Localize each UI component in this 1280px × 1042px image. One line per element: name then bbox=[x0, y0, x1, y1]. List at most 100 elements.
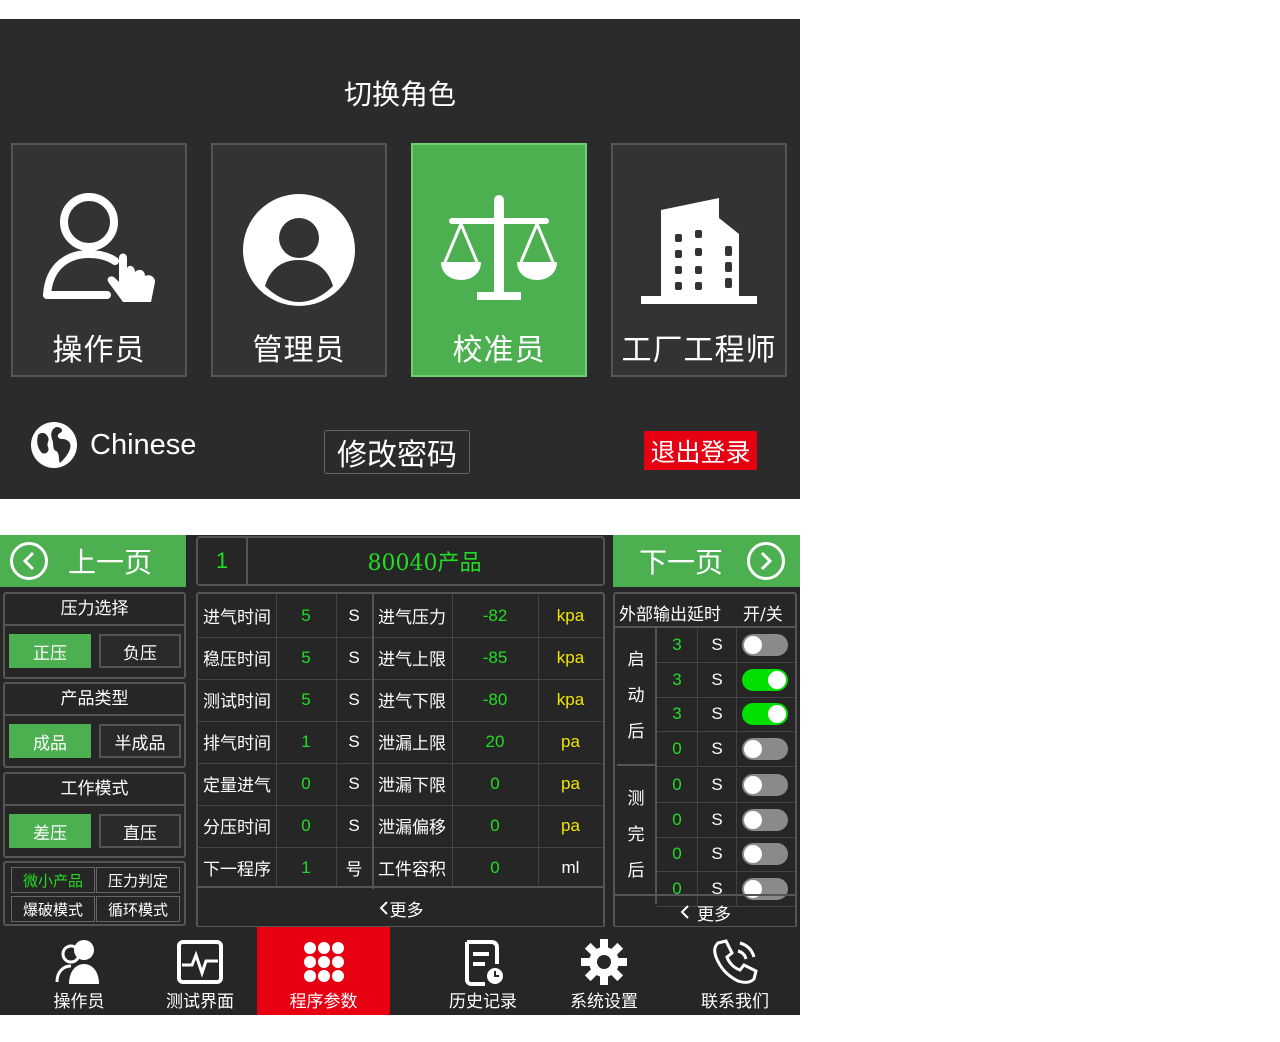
param-value[interactable]: 0 bbox=[276, 762, 336, 805]
more-output-button[interactable]: 更多 bbox=[613, 894, 797, 928]
delay-value[interactable]: 0 bbox=[657, 732, 697, 766]
delay-unit: S bbox=[697, 628, 737, 662]
param-value[interactable]: 0 bbox=[452, 762, 538, 805]
output-toggle[interactable] bbox=[742, 737, 788, 760]
role-label: 操作员 bbox=[52, 333, 146, 368]
role-card-admin[interactable]: 管理员 bbox=[211, 143, 387, 377]
role-card-calibrator[interactable]: 校准员 bbox=[411, 143, 587, 377]
param-value[interactable]: -85 bbox=[452, 636, 538, 679]
program-name[interactable]: 80040产品 bbox=[246, 538, 603, 584]
param-label: 进气时间 bbox=[203, 608, 271, 628]
param-value[interactable]: 1 bbox=[276, 720, 336, 763]
tab-operator[interactable]: 操作员 bbox=[14, 927, 144, 1015]
param-value[interactable]: 0 bbox=[452, 804, 538, 847]
program-header: 1 80040产品 bbox=[196, 536, 605, 586]
param-unit: pa bbox=[561, 815, 580, 835]
param-value[interactable]: 1 bbox=[276, 846, 336, 889]
scale-icon bbox=[413, 185, 585, 315]
delay-value[interactable]: 3 bbox=[657, 663, 697, 697]
param-label: 泄漏上限 bbox=[378, 734, 446, 754]
tab-label: 联系我们 bbox=[701, 992, 769, 1012]
more-label: 更多 bbox=[389, 900, 424, 921]
param-label: 工件容积 bbox=[378, 860, 446, 880]
after-test-label: 测完后 bbox=[617, 766, 655, 904]
option-negative-pressure[interactable]: 负压 bbox=[99, 634, 181, 668]
tab-history[interactable]: 历史记录 bbox=[418, 927, 548, 1015]
param-value[interactable]: -80 bbox=[452, 678, 538, 721]
gear-icon bbox=[539, 937, 669, 987]
param-value[interactable]: 20 bbox=[452, 720, 538, 763]
param-value[interactable]: 5 bbox=[276, 678, 336, 721]
bottom-nav: 操作员 测试界面 程序参数 历史记录 系统设置 联系我们 bbox=[0, 927, 800, 1015]
cycle-mode-button[interactable]: 循环模式 bbox=[96, 896, 180, 922]
param-value[interactable]: 5 bbox=[276, 636, 336, 679]
delay-value[interactable]: 3 bbox=[657, 697, 697, 731]
option-semi-finished[interactable]: 半成品 bbox=[99, 724, 181, 758]
delay-value[interactable]: 0 bbox=[657, 837, 697, 871]
output-toggle[interactable] bbox=[742, 808, 788, 831]
next-page-button[interactable]: 下一页 bbox=[613, 535, 800, 587]
param-row: 稳压时间 5 S 进气上限 -85 kpa bbox=[198, 636, 603, 680]
group-label-char: 测 bbox=[627, 789, 645, 809]
param-label: 测试时间 bbox=[203, 692, 271, 712]
param-label: 泄漏偏移 bbox=[378, 818, 446, 838]
tab-program-params[interactable]: 程序参数 bbox=[257, 927, 390, 1015]
output-toggle[interactable] bbox=[742, 634, 788, 656]
param-row: 定量进气 0 S 泄漏下限 0 pa bbox=[198, 762, 603, 806]
burst-mode-button[interactable]: 爆破模式 bbox=[11, 896, 95, 922]
toggle-knob bbox=[768, 705, 786, 723]
tab-contact-us[interactable]: 联系我们 bbox=[670, 927, 800, 1015]
output-toggle[interactable] bbox=[742, 843, 788, 865]
group-title: 压力选择 bbox=[5, 594, 184, 626]
param-label: 分压时间 bbox=[203, 818, 271, 838]
param-unit: S bbox=[348, 773, 360, 793]
param-value[interactable]: 0 bbox=[276, 804, 336, 847]
delay-value[interactable]: 0 bbox=[657, 803, 697, 837]
tab-label: 系统设置 bbox=[570, 992, 638, 1012]
delay-value[interactable]: 0 bbox=[657, 768, 697, 802]
param-value[interactable]: 5 bbox=[276, 594, 336, 637]
output-row: 0S bbox=[657, 837, 795, 872]
output-row: 0S bbox=[657, 768, 795, 803]
role-switch-panel: 切换角色 操作员 管理员 校准员 工厂工程师 Chinese 修改密码 退出登录 bbox=[0, 19, 800, 499]
user-hand-icon bbox=[13, 185, 185, 315]
output-toggle[interactable] bbox=[742, 774, 788, 796]
param-value[interactable]: 0 bbox=[452, 846, 538, 889]
output-title: 外部输出延时 bbox=[619, 605, 721, 625]
language-selector[interactable]: Chinese bbox=[28, 419, 196, 471]
param-label: 进气上限 bbox=[378, 650, 446, 670]
param-label: 进气压力 bbox=[378, 608, 446, 628]
option-differential[interactable]: 差压 bbox=[9, 814, 91, 848]
output-toggle[interactable] bbox=[742, 668, 788, 691]
prev-page-button[interactable]: 上一页 bbox=[0, 535, 186, 587]
change-password-button[interactable]: 修改密码 bbox=[324, 430, 470, 474]
document-icon bbox=[418, 937, 548, 987]
role-card-operator[interactable]: 操作员 bbox=[11, 143, 187, 377]
option-positive-pressure[interactable]: 正压 bbox=[9, 634, 91, 668]
param-unit: S bbox=[348, 815, 360, 835]
param-value[interactable]: -82 bbox=[452, 594, 538, 637]
delay-unit: S bbox=[697, 837, 737, 871]
tab-test-screen[interactable]: 测试界面 bbox=[135, 927, 265, 1015]
phone-icon bbox=[670, 937, 800, 987]
output-row: 0S bbox=[657, 731, 795, 767]
delay-value[interactable]: 3 bbox=[657, 628, 697, 662]
micro-product-button[interactable]: 微小产品 bbox=[11, 867, 95, 893]
param-unit: S bbox=[348, 647, 360, 667]
param-unit: S bbox=[348, 689, 360, 709]
logout-button[interactable]: 退出登录 bbox=[644, 431, 757, 470]
role-label: 管理员 bbox=[252, 333, 346, 368]
param-row: 排气时间 1 S 泄漏上限 20 pa bbox=[198, 720, 603, 764]
toggle-knob bbox=[768, 670, 786, 689]
option-finished-product[interactable]: 成品 bbox=[9, 724, 91, 758]
option-direct[interactable]: 直压 bbox=[99, 814, 181, 848]
more-params-button[interactable]: 更多 bbox=[196, 886, 605, 928]
param-label: 泄漏下限 bbox=[378, 776, 446, 796]
tab-system-settings[interactable]: 系统设置 bbox=[539, 927, 669, 1015]
chevron-left-icon bbox=[680, 905, 689, 919]
output-row: 3S bbox=[657, 662, 795, 698]
role-card-engineer[interactable]: 工厂工程师 bbox=[611, 143, 787, 377]
pressure-judge-button[interactable]: 压力判定 bbox=[96, 867, 180, 893]
output-toggle[interactable] bbox=[742, 703, 788, 725]
program-number[interactable]: 1 bbox=[198, 538, 248, 584]
